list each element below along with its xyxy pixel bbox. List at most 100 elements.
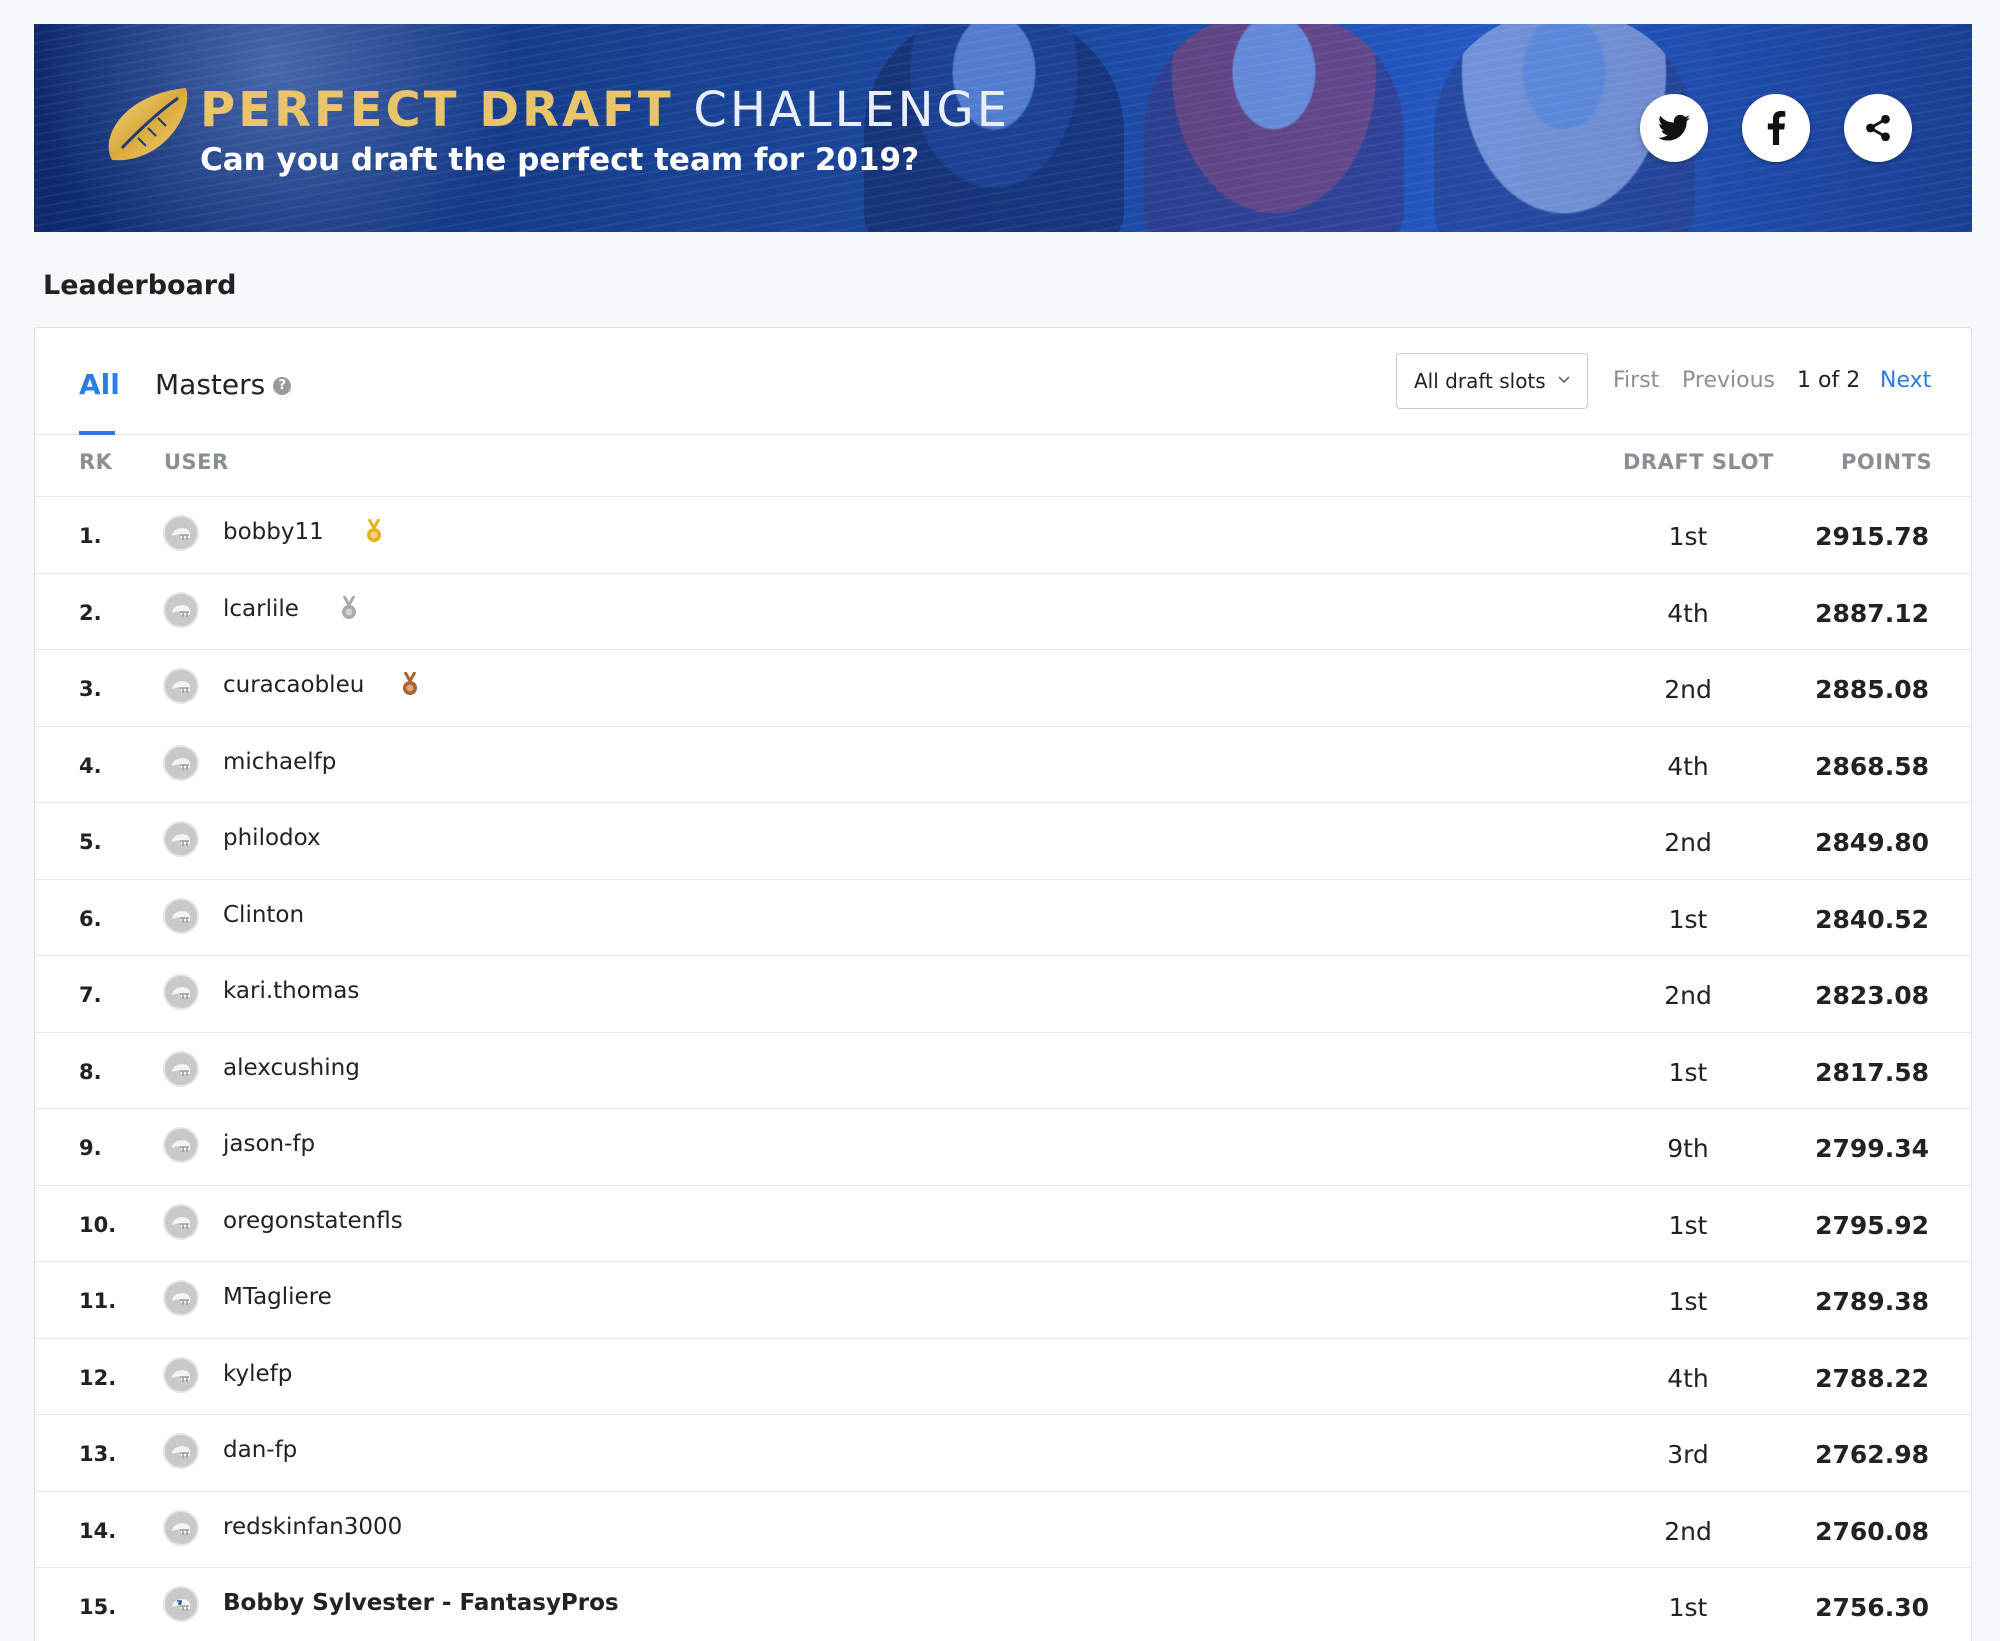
share-button[interactable] xyxy=(1844,94,1912,162)
helmet-icon xyxy=(172,1369,190,1382)
username-link[interactable]: curacaobleu xyxy=(223,672,364,698)
username-link[interactable]: oregonstatenfls xyxy=(223,1208,403,1234)
table-row[interactable]: 10. oregonstatenfls 1st 2795.92 xyxy=(35,1186,1971,1262)
draft-slot-cell: 1st xyxy=(1668,1210,1708,1240)
points-cell: 2868.58 xyxy=(1815,751,1929,781)
tab-all[interactable]: All xyxy=(79,368,120,401)
avatar xyxy=(163,1280,199,1316)
username-link[interactable]: Bobby Sylvester - FantasyPros xyxy=(223,1590,619,1616)
table-row[interactable]: 1. bobby11 1st 2915.78 xyxy=(35,497,1971,574)
helmet-icon xyxy=(172,604,190,617)
rank-cell: 14. xyxy=(79,1518,117,1543)
help-icon[interactable]: ? xyxy=(273,377,292,395)
draft-slot-cell: 2nd xyxy=(1664,981,1712,1010)
pager-previous-link[interactable]: Previous xyxy=(1682,368,1775,393)
username-link[interactable]: bobby11 xyxy=(223,519,324,545)
avatar xyxy=(163,1050,199,1087)
column-header-rank: RK xyxy=(79,450,113,474)
challenge-banner: PERFECT DRAFT CHALLENGE Can you draft th… xyxy=(34,24,1972,232)
challenge-subtitle: Can you draft the perfect team for 2019? xyxy=(200,142,920,178)
silver-medal-icon xyxy=(340,594,358,622)
rank-cell: 13. xyxy=(79,1442,117,1466)
username-link[interactable]: dan-fp xyxy=(223,1437,297,1463)
table-row[interactable]: 12. kylefp 4th 2788.22 xyxy=(35,1339,1971,1415)
column-header-draft-slot: DRAFT SLOT xyxy=(1623,450,1774,474)
points-cell: 2817.58 xyxy=(1815,1057,1929,1087)
rank-cell: 3. xyxy=(79,677,102,701)
rank-cell: 9. xyxy=(79,1136,102,1160)
rank-cell: 8. xyxy=(79,1059,102,1084)
username-link[interactable]: MTagliere xyxy=(223,1284,332,1310)
pager-first-link[interactable]: First xyxy=(1613,368,1659,393)
share-icon xyxy=(1866,114,1890,142)
pager-next-link[interactable]: Next xyxy=(1880,368,1931,393)
points-cell: 2799.34 xyxy=(1815,1134,1929,1163)
avatar xyxy=(163,1203,199,1240)
avatar xyxy=(163,1433,199,1469)
table-row[interactable]: 7. kari.thomas 2nd 2823.08 xyxy=(35,956,1971,1033)
username-link[interactable]: michaelfp xyxy=(223,749,336,775)
column-header-user: USER xyxy=(164,450,229,474)
username-link[interactable]: alexcushing xyxy=(223,1055,360,1081)
leaderboard-toolbar: All Masters? All draft slots First Previ… xyxy=(35,328,1971,435)
draft-slot-cell: 1st xyxy=(1668,1057,1708,1087)
pager-count: 1 of 2 xyxy=(1797,368,1861,393)
helmet-icon xyxy=(172,681,190,693)
username-link[interactable]: lcarlile xyxy=(223,596,299,622)
football-logo-icon xyxy=(108,88,188,161)
draft-slot-cell: 2nd xyxy=(1664,828,1712,857)
points-cell: 2915.78 xyxy=(1815,522,1929,551)
table-row[interactable]: 13. dan-fp 3rd 2762.98 xyxy=(35,1415,1971,1492)
avatar xyxy=(163,1127,199,1163)
points-cell: 2760.08 xyxy=(1815,1516,1929,1546)
helmet-icon xyxy=(172,987,190,999)
facebook-share-button[interactable] xyxy=(1742,94,1810,162)
table-row[interactable]: 8. alexcushing 1st 2817.58 xyxy=(35,1033,1971,1109)
points-cell: 2840.52 xyxy=(1815,904,1929,934)
draft-slot-cell: 1st xyxy=(1668,904,1708,934)
helmet-icon xyxy=(172,1446,190,1458)
points-cell: 2887.12 xyxy=(1815,598,1929,628)
table-row[interactable]: 6. Clinton 1st 2840.52 xyxy=(35,880,1971,956)
facebook-icon xyxy=(1767,111,1786,145)
username-link[interactable]: Clinton xyxy=(223,902,304,928)
leaderboard-rows: 1. bobby11 1st 2915.78 2. lcarlile 4th 2887.12 3… xyxy=(35,497,1971,1641)
table-row[interactable]: 2. lcarlile 4th 2887.12 xyxy=(35,574,1971,650)
avatar xyxy=(163,515,199,551)
helmet-icon xyxy=(172,1063,190,1076)
twitter-icon xyxy=(1658,114,1690,141)
username-link[interactable]: philodox xyxy=(223,825,321,851)
rank-cell: 2. xyxy=(79,600,102,625)
avatar xyxy=(163,1586,199,1622)
table-row[interactable]: 4. michaelfp 4th 2868.58 xyxy=(35,727,1971,803)
helmet-icon xyxy=(172,1140,190,1152)
points-cell: 2823.08 xyxy=(1815,981,1929,1010)
points-cell: 2788.22 xyxy=(1815,1363,1929,1393)
table-row[interactable]: 5. philodox 2nd 2849.80 xyxy=(35,803,1971,880)
tab-masters-label: Masters xyxy=(155,368,266,401)
points-cell: 2762.98 xyxy=(1815,1440,1929,1469)
helmet-icon xyxy=(172,757,190,770)
username-link[interactable]: jason-fp xyxy=(223,1131,315,1157)
tab-masters[interactable]: Masters? xyxy=(155,368,292,401)
helmet-icon xyxy=(172,910,190,923)
table-row[interactable]: 3. curacaobleu 2nd 2885.08 xyxy=(35,650,1971,727)
draft-slot-select[interactable]: All draft slots xyxy=(1396,353,1588,409)
draft-slot-cell: 4th xyxy=(1667,1363,1709,1393)
table-row[interactable]: 11. MTagliere 1st 2789.38 xyxy=(35,1262,1971,1339)
draft-slot-cell: 3rd xyxy=(1667,1440,1709,1469)
rank-cell: 11. xyxy=(79,1289,117,1313)
table-row[interactable]: 9. jason-fp 9th 2799.34 xyxy=(35,1109,1971,1186)
table-row[interactable]: 14. redskinfan3000 2nd 2760.08 xyxy=(35,1492,1971,1568)
username-link[interactable]: kari.thomas xyxy=(223,978,359,1004)
rank-cell: 7. xyxy=(79,983,102,1007)
twitter-share-button[interactable] xyxy=(1640,94,1708,162)
table-row[interactable]: 15. Bobby Sylvester - FantasyPros 1st 2756.… xyxy=(35,1568,1971,1641)
avatar xyxy=(163,591,199,628)
bronze-medal-icon xyxy=(401,671,419,698)
username-link[interactable]: redskinfan3000 xyxy=(223,1514,402,1540)
avatar xyxy=(163,821,199,857)
username-link[interactable]: kylefp xyxy=(223,1361,292,1387)
points-cell: 2885.08 xyxy=(1815,675,1929,704)
gold-medal-icon xyxy=(365,518,383,545)
